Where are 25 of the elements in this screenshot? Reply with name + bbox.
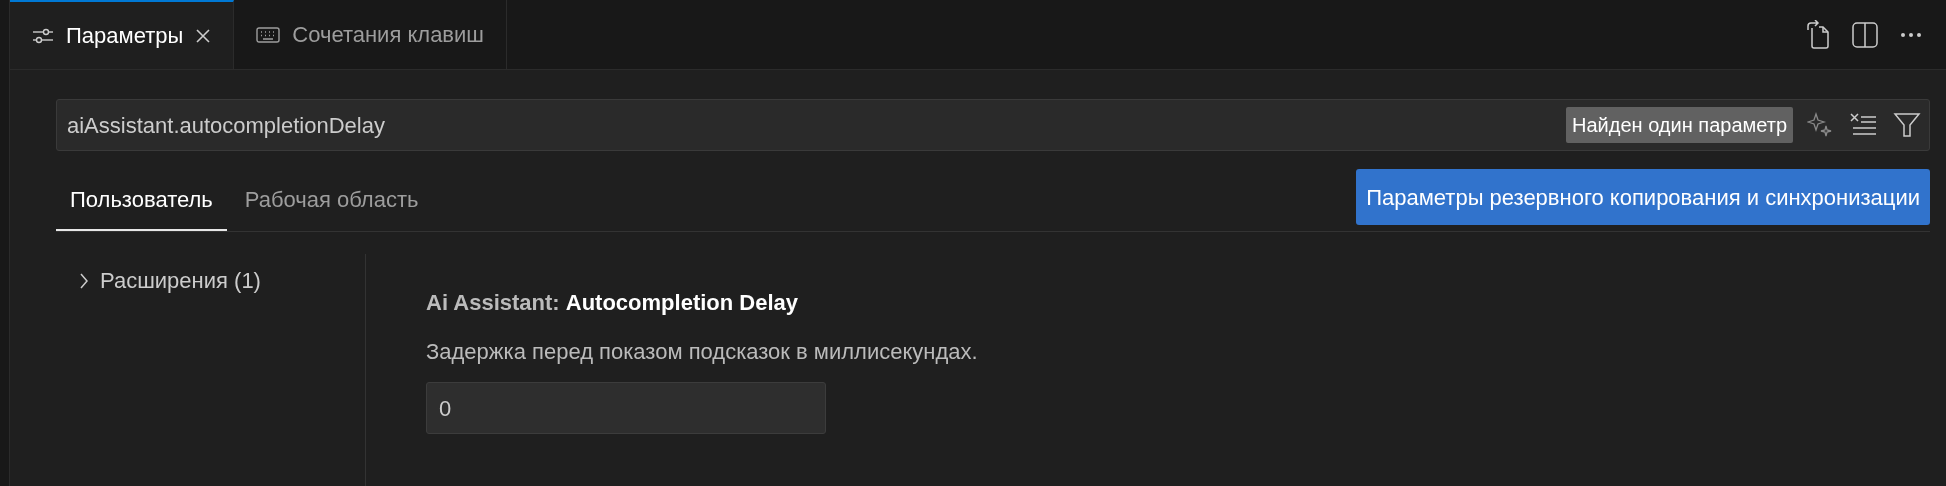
- sparkle-icon[interactable]: [1807, 112, 1833, 138]
- editor-tab[interactable]: Параметры: [10, 0, 235, 69]
- scope-tab[interactable]: Рабочая область: [230, 177, 433, 231]
- number-field[interactable]: 0: [426, 382, 826, 434]
- editor-tab[interactable]: Сочетания клавиш: [234, 0, 507, 69]
- search-value: aiAssistant.autocompletionDelay: [67, 111, 386, 140]
- setting-title: Ai Assistant: Autocompletion Delay: [426, 289, 800, 317]
- more-icon[interactable]: [1900, 31, 1922, 38]
- chevron-icon: [78, 271, 90, 290]
- filter-icon[interactable]: [1893, 111, 1921, 139]
- tree-item[interactable]: Расширения (1): [78, 264, 365, 297]
- result-count: Найден один параметр: [1566, 107, 1793, 143]
- keyboard-icon: [256, 26, 281, 43]
- settings-icon: [32, 26, 54, 45]
- open-file-icon[interactable]: [1806, 19, 1830, 50]
- tab-label: Сочетания клавиш: [292, 21, 484, 49]
- search-field[interactable]: aiAssistant.autocompletionDelay Найден один параметр: [56, 99, 1930, 151]
- scope-tab[interactable]: Пользователь: [56, 177, 227, 231]
- tab-label: Параметры: [66, 22, 184, 50]
- sync-button[interactable]: Параметры резервного копирования и синхронизации: [1356, 169, 1930, 225]
- setting-description: Задержка перед показом подсказок в миллисекундах.: [426, 338, 978, 366]
- close-icon[interactable]: [195, 27, 212, 44]
- split-editor-icon[interactable]: [1852, 21, 1878, 48]
- tree-label: Расширения (1): [100, 267, 261, 295]
- clear-filter-icon[interactable]: [1849, 112, 1877, 138]
